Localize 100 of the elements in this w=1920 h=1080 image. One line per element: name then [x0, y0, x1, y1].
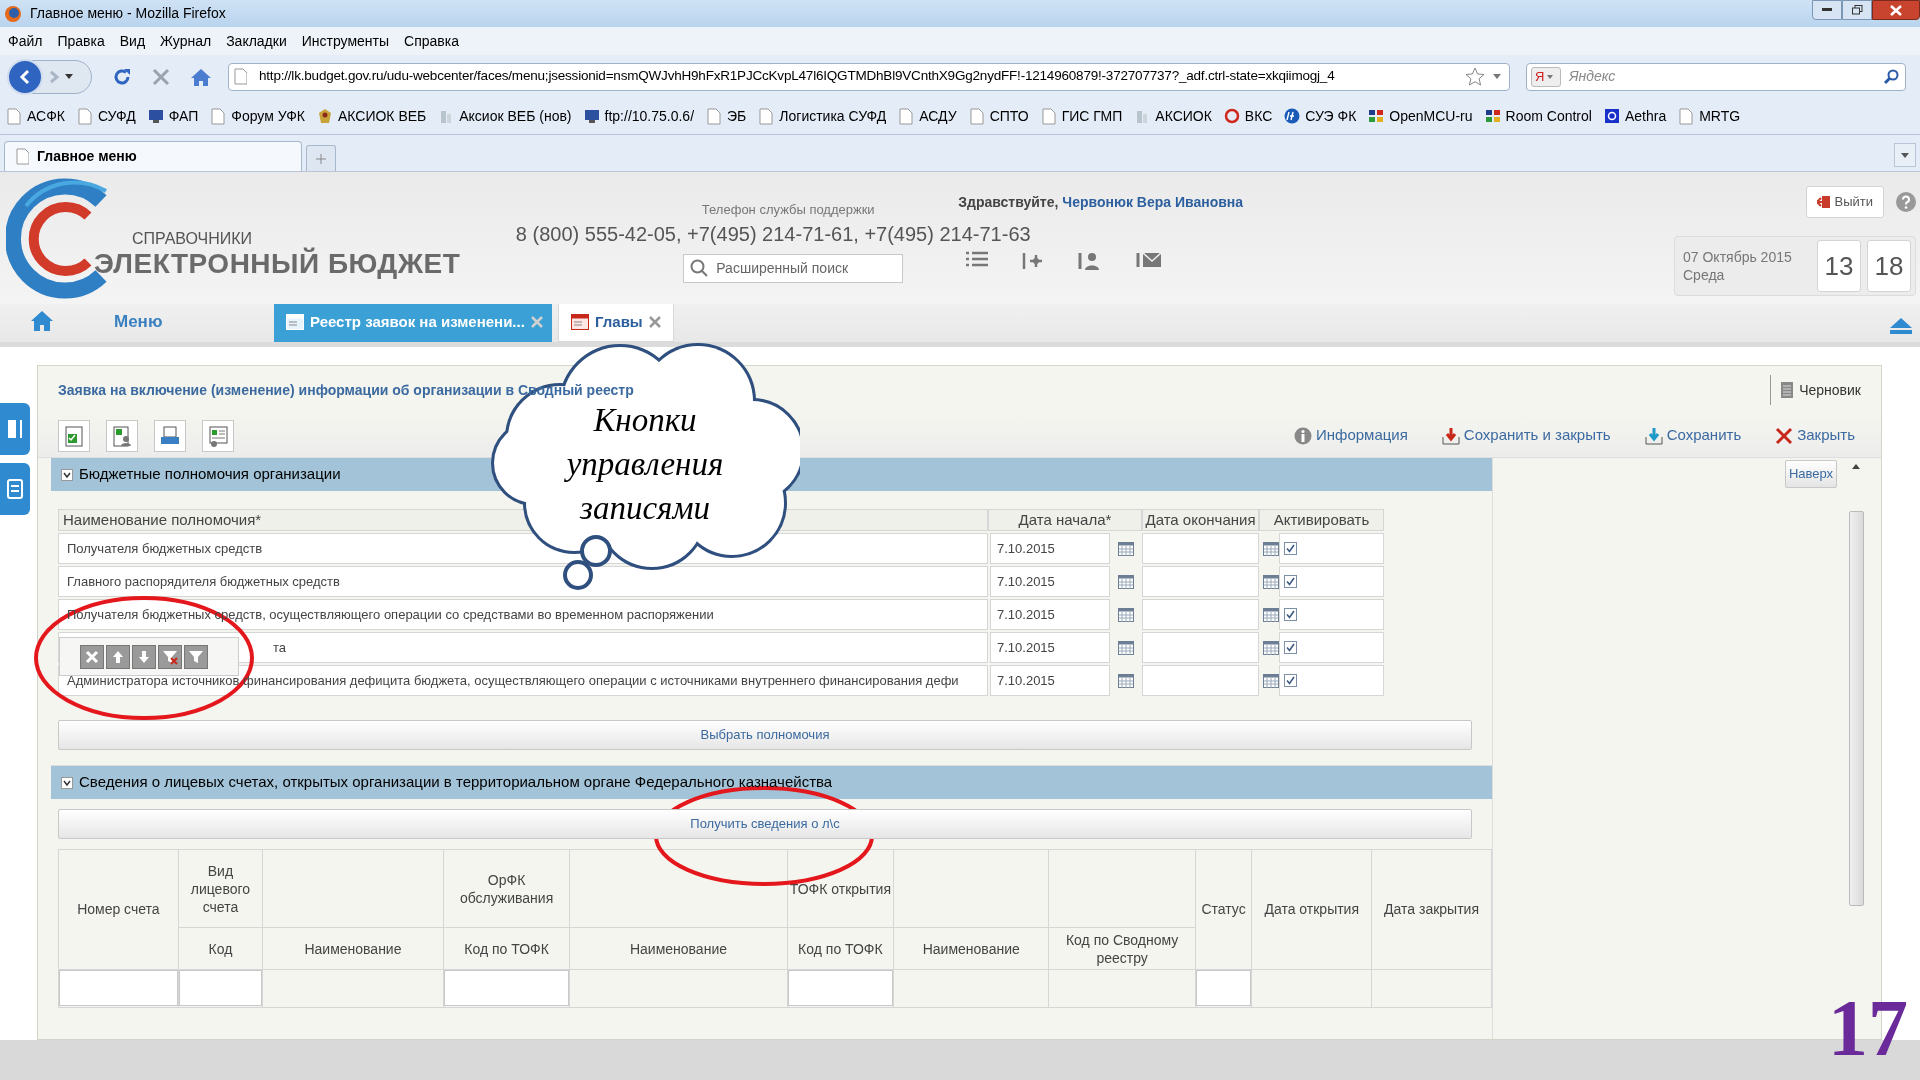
side-tab[interactable] [0, 463, 30, 515]
checkbox[interactable] [1284, 608, 1297, 621]
menu-item[interactable]: Правка [57, 30, 105, 52]
save-document-button[interactable] [58, 419, 90, 452]
bookmark-link[interactable]: ВКС [1223, 105, 1273, 127]
date-field[interactable] [1142, 533, 1259, 564]
home-icon[interactable] [190, 66, 212, 87]
calendar-icon[interactable] [1263, 574, 1279, 589]
bookmark-link[interactable]: СУФД [76, 105, 136, 127]
date-field[interactable]: 7.10.2015 [990, 599, 1110, 630]
bookmark-link[interactable]: MRTG [1678, 105, 1741, 127]
calendar-icon[interactable] [1118, 541, 1134, 556]
scroll-up-icon[interactable] [1852, 464, 1860, 469]
eject-icon[interactable] [1890, 318, 1912, 334]
check-signature-button[interactable] [106, 419, 138, 452]
dropdown-caret-icon[interactable] [65, 74, 73, 79]
reload-icon[interactable] [112, 66, 132, 87]
bookmark-link[interactable]: Аксиок ВЕБ (нов) [438, 105, 572, 127]
date-field[interactable] [1142, 632, 1259, 663]
star-icon[interactable] [1465, 67, 1485, 86]
search-input[interactable]: Расширенный поиск [716, 257, 887, 279]
checkbox[interactable] [1284, 641, 1297, 654]
mail-icon[interactable] [1136, 251, 1163, 269]
calendar-icon[interactable] [1118, 640, 1134, 655]
calendar-icon[interactable] [1118, 574, 1134, 589]
browser-tab[interactable]: Главное меню [4, 141, 302, 171]
toolbar-action-link[interactable]: Сохранить [1644, 424, 1742, 447]
select-powers-button[interactable]: Выбрать полномочия [58, 720, 1472, 750]
bookmark-link[interactable]: OpenMCU-ru [1368, 105, 1473, 127]
calendar-icon[interactable] [1118, 607, 1134, 622]
bookmark-link[interactable]: Логистика СУФД [758, 105, 887, 127]
get-accounts-button[interactable]: Получить сведения о л\с [58, 809, 1472, 839]
print-button[interactable] [154, 419, 186, 452]
menu-item[interactable]: Закладки [226, 30, 287, 52]
input-field[interactable] [59, 970, 178, 1006]
input-field[interactable] [1195, 970, 1252, 1006]
menu-item[interactable]: Инструменты [301, 30, 390, 52]
bookmark-link[interactable]: АКСИОК ВЕБ [316, 105, 427, 127]
move-down-button[interactable] [132, 644, 156, 669]
input-field[interactable] [787, 970, 894, 1006]
calendar-icon[interactable] [1263, 673, 1279, 688]
calendar-icon[interactable] [1263, 607, 1279, 622]
checkbox[interactable] [1284, 542, 1297, 555]
restore-button[interactable] [1842, 0, 1872, 20]
tab-list-button[interactable] [1894, 143, 1916, 167]
menu-item[interactable]: Справка [404, 30, 459, 52]
date-field[interactable] [1142, 599, 1259, 630]
bookmark-link[interactable]: СУЭ ФК [1284, 105, 1357, 127]
date-field[interactable]: 7.10.2015 [990, 632, 1110, 663]
date-field[interactable]: 7.10.2015 [990, 665, 1110, 696]
bookmark-link[interactable]: Aethra [1603, 105, 1667, 127]
toolbar-action-link[interactable]: Информация [1294, 424, 1408, 447]
bookmark-link[interactable]: ftp://10.75.0.6/ [583, 105, 695, 127]
menu-tab[interactable]: Меню [114, 308, 274, 334]
toolbar-action-link[interactable]: Закрыть [1775, 424, 1855, 447]
section-header[interactable]: Сведения о лицевых счетах, открытых организации в территориальном органе Федерального казначейства [51, 766, 1492, 799]
bookmark-link[interactable]: СПТО [968, 105, 1029, 127]
clear-filter-button[interactable] [158, 644, 182, 669]
view-document-button[interactable] [202, 419, 234, 452]
search-engine-button[interactable]: Я [1531, 66, 1561, 87]
search-input[interactable]: Яндекс [1569, 66, 1883, 87]
home-icon[interactable] [30, 310, 54, 332]
calendar-icon[interactable] [1118, 673, 1134, 688]
date-field[interactable] [1142, 566, 1259, 597]
move-up-button[interactable] [106, 644, 130, 669]
date-field[interactable]: 7.10.2015 [990, 533, 1110, 564]
user-name-link[interactable]: Червонюк Вера Ивановна [1062, 194, 1244, 210]
back-button[interactable] [7, 58, 43, 95]
bookmark-link[interactable]: Room Control [1484, 105, 1592, 127]
bookmark-link[interactable]: АКСИОК [1134, 105, 1212, 127]
hierarchy-icon[interactable] [1022, 251, 1045, 271]
close-button[interactable] [1872, 0, 1920, 20]
delete-row-button[interactable] [80, 644, 104, 669]
input-field[interactable] [178, 970, 263, 1006]
calendar-icon[interactable] [1263, 541, 1279, 556]
back-to-top-button[interactable]: Наверх [1785, 460, 1837, 488]
search-field[interactable]: Я Яндекс [1526, 62, 1906, 91]
close-icon[interactable] [649, 316, 661, 328]
bookmark-link[interactable]: ЭБ [706, 105, 747, 127]
side-tab[interactable] [0, 403, 30, 455]
bookmark-link[interactable]: ФАП [147, 105, 199, 127]
toolbar-action-link[interactable]: Сохранить и закрыть [1441, 424, 1611, 447]
date-field[interactable] [1142, 665, 1259, 696]
help-icon[interactable] [1896, 192, 1916, 212]
bookmark-link[interactable]: АСФК [6, 105, 65, 127]
filter-button[interactable] [184, 644, 208, 669]
bookmark-link[interactable]: ГИС ГМП [1040, 105, 1123, 127]
checkbox[interactable] [1284, 575, 1297, 588]
logout-button[interactable]: Выйти [1805, 186, 1884, 218]
calendar-icon[interactable] [1263, 640, 1279, 655]
address-bar[interactable]: http://lk.budget.gov.ru/udu-webcenter/faces/menu;jsessionid=nsmQWJvhH9hFxR1PJCcKvpL47l6IQGTMDhBl9VCnthX9Gg2nydFF!-1214960879!-372707737?_adf.ctrl-state=xkqiimogj_4 [228, 62, 1510, 91]
input-field[interactable] [443, 970, 570, 1006]
menu-item[interactable]: Файл [8, 30, 43, 52]
dropdown-caret-icon[interactable] [1493, 74, 1501, 79]
bookmark-link[interactable]: Форум УФК [210, 105, 305, 127]
checkbox[interactable] [1284, 674, 1297, 687]
bookmark-link[interactable]: АСДУ [898, 105, 957, 127]
app-tab[interactable]: Главы [558, 302, 674, 342]
menu-item[interactable]: Журнал [160, 30, 212, 52]
date-field[interactable]: 7.10.2015 [990, 566, 1110, 597]
